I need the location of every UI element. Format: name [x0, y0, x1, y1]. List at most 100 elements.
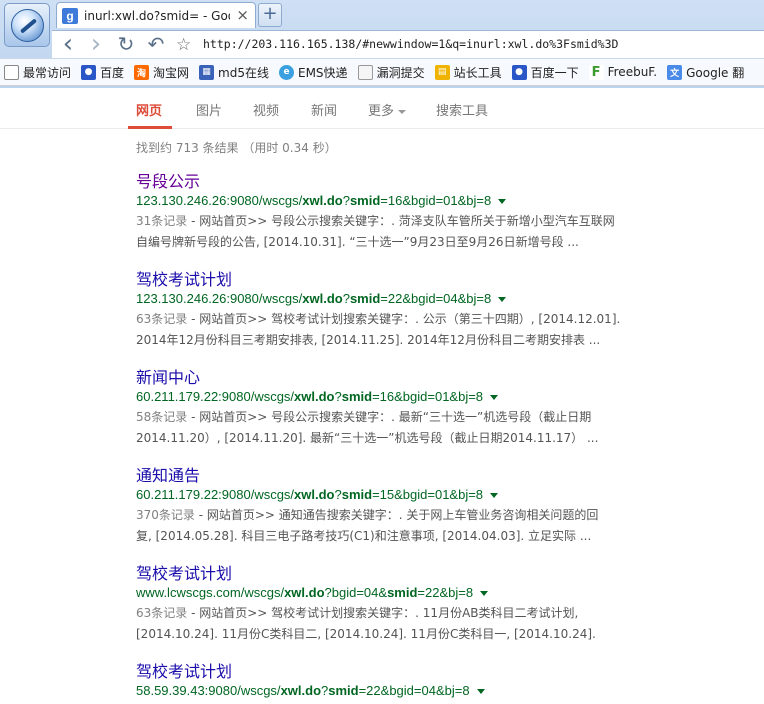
url-highlight: smid	[341, 487, 373, 502]
result-title-link[interactable]: 新闻中心	[136, 368, 656, 388]
snippet-line: 复, [2014.05.28]. 科目三电子路考技巧(C1)和注意事项, [20…	[136, 529, 592, 543]
baidu-paw-icon: ●	[511, 64, 527, 80]
url-part: ?bgid=04&	[324, 585, 388, 600]
result-options-arrow-icon[interactable]	[498, 199, 507, 205]
browser-tab[interactable]: g inurl:xwl.do?smid= - Google ×	[56, 2, 256, 28]
tab-images[interactable]: 图片	[196, 100, 222, 119]
snippet-line: 自编号牌新号段的公告, [2014.10.31]. “三十选一”9月23日至9月…	[136, 235, 579, 249]
result-snippet: 58条记录 - 网站首页>> 号段公示搜索关键字：. 最新“三十选一”机选号段（…	[136, 407, 656, 449]
search-result: 驾校考试计划 www.lcwscgs.com/wscgs/xwl.do?bgid…	[136, 564, 656, 645]
bookmark-item[interactable]: 最常访问	[4, 64, 71, 81]
back-icon[interactable]: ‹	[56, 31, 80, 57]
url-highlight: smid	[349, 291, 381, 306]
record-count: 63条记录	[136, 606, 188, 620]
url-highlight: xwl.do	[294, 487, 335, 502]
snippet-line: [2014.10.24]. 11月份C类科目二, [2014.10.24]. 1…	[136, 627, 596, 641]
url-highlight: xwl.do	[294, 389, 335, 404]
bookmark-label: 百度一下	[530, 65, 579, 80]
result-title-link[interactable]: 通知通告	[136, 466, 656, 486]
bookmark-item[interactable]: ▦ md5在线	[199, 64, 269, 81]
result-options-arrow-icon[interactable]	[498, 297, 507, 303]
record-count: 58条记录	[136, 410, 188, 424]
result-snippet: 63条记录 - 网站首页>> 驾校考试计划搜索关键字：. 11月份AB类科目二考…	[136, 603, 656, 645]
bookmark-star-icon[interactable]: ☆	[176, 35, 191, 55]
bookmark-item[interactable]: F FreebuF.	[588, 64, 658, 80]
result-title-link[interactable]: 驾校考试计划	[136, 564, 656, 584]
snippet-line: - 网站首页>> 驾校考试计划搜索关键字：. 11月份AB类科目二考试计划,	[187, 606, 579, 620]
url-part: ?	[334, 389, 342, 404]
search-type-nav: 网页 图片 视频 新闻 更多 搜索工具	[0, 89, 764, 129]
search-result: 号段公示 123.130.246.26:9080/wscgs/xwl.do?sm…	[136, 172, 656, 253]
url-highlight: xwl.do	[284, 585, 325, 600]
snippet-line: 2014.11.20）, [2014.11.20]. 最新“三十选一”机选号段（…	[136, 431, 599, 445]
ems-icon: e	[279, 64, 294, 80]
url-part: ?	[342, 193, 350, 208]
snippet-line: - 网站首页>> 通知通告搜索关键字：. 关于网上车管业务咨询相关问题的回	[194, 508, 599, 522]
reload-icon[interactable]: ↻	[114, 33, 138, 57]
bookmark-item[interactable]: e EMS快递	[279, 64, 348, 81]
url-part: 58.59.39.43:9080/wscgs/	[136, 683, 281, 698]
url-part: ?	[342, 291, 350, 306]
search-tools-button[interactable]: 搜索工具	[436, 100, 488, 119]
browser-chrome: g inurl:xwl.do?smid= - Google × + ‹ › ↻ …	[0, 0, 764, 88]
forward-icon[interactable]: ›	[84, 31, 108, 57]
bookmark-label: EMS快递	[298, 65, 348, 80]
result-options-arrow-icon[interactable]	[476, 689, 485, 695]
result-snippet: 63条记录 - 网站首页>> 驾校考试计划搜索关键字：. 公示（第三十四期）, …	[136, 309, 656, 351]
url-highlight: smid	[341, 389, 373, 404]
result-title-link[interactable]: 驾校考试计划	[136, 662, 656, 682]
result-url[interactable]: 123.130.246.26:9080/wscgs/xwl.do?smid=22…	[136, 290, 656, 308]
result-url[interactable]: 60.211.179.22:9080/wscgs/xwl.do?smid=15&…	[136, 486, 656, 504]
tab-news[interactable]: 新闻	[311, 100, 337, 119]
taobao-icon: 淘	[134, 64, 150, 80]
url-part: ?	[334, 487, 342, 502]
result-options-arrow-icon[interactable]	[490, 395, 499, 401]
url-part: 123.130.246.26:9080/wscgs/	[136, 193, 303, 208]
bookmarks-bar: 最常访问 ● 百度 淘 淘宝网 ▦ md5在线 e EMS快递 漏洞提交 ▤ 站…	[0, 58, 764, 86]
tab-web[interactable]: 网页	[136, 100, 162, 119]
result-url[interactable]: www.lcwscgs.com/wscgs/xwl.do?bgid=04&smi…	[136, 584, 656, 602]
url-highlight: xwl.do	[280, 683, 322, 698]
result-title-link[interactable]: 号段公示	[136, 172, 656, 192]
browser-logo-icon[interactable]	[4, 3, 50, 47]
url-part: 123.130.246.26:9080/wscgs/	[136, 291, 303, 306]
address-bar[interactable]: http://203.116.165.138/#newwindow=1&q=in…	[203, 37, 618, 51]
result-title-link[interactable]: 驾校考试计划	[136, 270, 656, 290]
tab-videos[interactable]: 视频	[253, 100, 279, 119]
bookmark-item[interactable]: ● 百度一下	[511, 64, 579, 81]
bookmark-item[interactable]: 漏洞提交	[357, 64, 425, 81]
undo-close-tab-icon[interactable]: ↶	[144, 33, 168, 57]
record-count: 31条记录	[136, 214, 188, 228]
result-options-arrow-icon[interactable]	[480, 591, 489, 597]
bookmark-label: 最常访问	[23, 65, 72, 80]
result-url[interactable]: 58.59.39.43:9080/wscgs/xwl.do?smid=22&bg…	[136, 682, 656, 700]
bookmark-item[interactable]: 淘 淘宝网	[134, 64, 189, 81]
search-result: 驾校考试计划 58.59.39.43:9080/wscgs/xwl.do?smi…	[136, 662, 656, 700]
new-tab-button[interactable]: +	[258, 3, 282, 27]
result-url[interactable]: 123.130.246.26:9080/wscgs/xwl.do?smid=16…	[136, 192, 656, 210]
url-part: 60.211.179.22:9080/wscgs/	[136, 487, 295, 502]
snippet-line: 2014年12月份科目三考期安排表, [2014.11.25]. 2014年12…	[136, 333, 601, 347]
tools-icon: ▤	[434, 64, 450, 80]
bookmark-item[interactable]: ▤ 站长工具	[434, 64, 502, 81]
url-highlight: xwl.do	[302, 291, 343, 306]
bookmark-label: 站长工具	[453, 65, 502, 80]
bookmark-item[interactable]: ● 百度	[81, 64, 124, 81]
bookmark-item[interactable]: 文 Google 翻	[667, 64, 744, 81]
bookmark-label: FreebuF.	[607, 65, 658, 79]
url-part: =22&bgid=04&bj=8	[380, 291, 492, 306]
tab-close-icon[interactable]: ×	[236, 6, 249, 24]
bookmark-label: Google 翻	[686, 65, 745, 80]
chevron-down-icon	[398, 109, 407, 114]
tab-more-label: 更多	[368, 104, 395, 119]
tab-more[interactable]: 更多	[368, 100, 407, 119]
freebuf-icon: F	[588, 64, 604, 80]
url-highlight: smid	[387, 585, 418, 600]
result-options-arrow-icon[interactable]	[490, 493, 499, 499]
record-count: 370条记录	[136, 508, 195, 522]
url-highlight: smid	[349, 193, 381, 208]
tab-title: inurl:xwl.do?smid= - Google	[84, 8, 230, 23]
result-url[interactable]: 60.211.179.22:9080/wscgs/xwl.do?smid=16&…	[136, 388, 656, 406]
snippet-line: - 网站首页>> 号段公示搜索关键字：. 最新“三十选一”机选号段（截止日期	[187, 410, 592, 424]
url-part: =15&bgid=01&bj=8	[372, 487, 484, 502]
